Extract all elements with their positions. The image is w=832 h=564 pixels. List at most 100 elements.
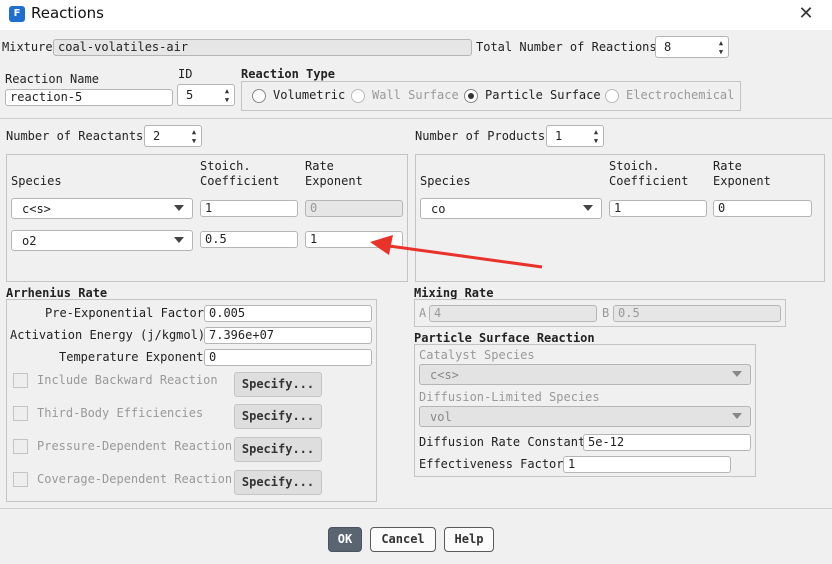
- radio-electrochemical: [605, 89, 619, 103]
- reaction-name-field[interactable]: reaction-5: [5, 89, 173, 106]
- products-rate-header-2: Exponent: [713, 174, 771, 188]
- product-rate-field[interactable]: 0: [713, 200, 812, 217]
- arrhenius-title: Arrhenius Rate: [6, 286, 108, 300]
- chevron-down-icon: [583, 205, 593, 211]
- third-body-checkbox: [13, 406, 28, 421]
- reactant-species-select[interactable]: o2: [11, 230, 193, 251]
- separator: [0, 118, 832, 119]
- activation-energy-field[interactable]: 7.396e+07: [204, 327, 372, 344]
- spin-up-icon[interactable]: ▲: [716, 39, 726, 47]
- catalyst-species-value: c<s>: [430, 368, 459, 382]
- reactant-stoich-field[interactable]: 1: [200, 200, 298, 217]
- spin-down-icon[interactable]: ▼: [716, 48, 726, 56]
- total-reactions-value: 8: [664, 40, 672, 54]
- products-stoich-header-2: Coefficient: [609, 174, 689, 188]
- diffusion-species-select: vol: [419, 406, 751, 427]
- reactant-rate-field: 0: [305, 200, 403, 217]
- total-reactions-label: Total Number of Reactions: [476, 40, 657, 54]
- effectiveness-label: Effectiveness Factor: [419, 457, 564, 471]
- ok-button[interactable]: OK: [328, 527, 362, 552]
- volumetric-label: Volumetric: [273, 88, 346, 102]
- reactants-stoich-header-1: Stoich.: [200, 159, 251, 173]
- id-spinner[interactable]: 5 ▲ ▼: [177, 84, 235, 106]
- num-products-value: 1: [555, 129, 563, 143]
- mixing-b-label: B: [602, 306, 610, 320]
- spin-down-icon[interactable]: ▼: [222, 96, 232, 104]
- catalyst-species-label: Catalyst Species: [419, 348, 535, 362]
- reactant-stoich-field[interactable]: 0.5: [200, 231, 298, 248]
- product-species-value: co: [431, 202, 446, 216]
- product-stoich-field[interactable]: 1: [609, 200, 707, 217]
- product-species-select[interactable]: co: [420, 198, 602, 219]
- reactants-species-header: Species: [11, 174, 62, 188]
- diffusion-rate-label: Diffusion Rate Constant: [419, 435, 586, 449]
- spin-up-icon[interactable]: ▲: [591, 128, 601, 136]
- spin-up-icon[interactable]: ▲: [189, 128, 199, 136]
- products-stoich-header-1: Stoich.: [609, 159, 660, 173]
- reactant-species-value: o2: [22, 234, 37, 248]
- num-reactants-value: 2: [153, 129, 161, 143]
- cancel-button[interactable]: Cancel: [370, 527, 436, 552]
- spin-up-icon[interactable]: ▲: [222, 87, 232, 95]
- temp-exp-field[interactable]: 0: [204, 349, 372, 366]
- close-icon[interactable]: ✕: [794, 2, 818, 26]
- mixing-b-field: 0.5: [613, 305, 781, 322]
- reactants-rate-header-2: Exponent: [305, 174, 363, 188]
- id-value: 5: [186, 88, 194, 102]
- num-reactants-spinner[interactable]: 2 ▲ ▼: [144, 125, 202, 147]
- arrow-head: [370, 235, 393, 255]
- particle-surface-label: Particle Surface: [485, 88, 601, 102]
- specify-third-body-button: Specify...: [234, 404, 322, 429]
- num-products-label: Number of Products: [415, 129, 546, 143]
- app-icon: F: [9, 6, 25, 22]
- radio-volumetric[interactable]: [252, 89, 266, 103]
- specify-coverage-button: Specify...: [234, 470, 322, 495]
- reactant-species-value: c<s>: [22, 202, 51, 216]
- radio-wall-surface: [351, 89, 365, 103]
- help-button[interactable]: Help: [444, 527, 494, 552]
- reaction-name-label: Reaction Name: [5, 72, 99, 86]
- activation-energy-label: Activation Energy (j/kgmol): [10, 328, 206, 342]
- mixture-label: Mixture: [2, 40, 53, 54]
- electrochemical-label: Electrochemical: [626, 88, 735, 102]
- reaction-type-title: Reaction Type: [241, 67, 335, 81]
- mixture-field: coal-volatiles-air: [53, 39, 472, 56]
- diffusion-species-label: Diffusion-Limited Species: [419, 390, 600, 404]
- mixing-rate-title: Mixing Rate: [414, 286, 494, 300]
- id-label: ID: [178, 67, 193, 81]
- total-reactions-spinner[interactable]: 8 ▲ ▼: [655, 36, 729, 58]
- spin-down-icon[interactable]: ▼: [591, 137, 601, 145]
- specify-pressure-button: Specify...: [234, 437, 322, 462]
- backward-reaction-label: Include Backward Reaction: [37, 373, 218, 387]
- chevron-down-icon: [174, 205, 184, 211]
- diffusion-species-value: vol: [430, 410, 452, 424]
- wall-surface-label: Wall Surface: [372, 88, 459, 102]
- arrow-shaft: [381, 243, 543, 269]
- temp-exp-label: Temperature Exponent: [59, 350, 204, 364]
- effectiveness-field[interactable]: 1: [563, 456, 731, 473]
- products-species-header: Species: [420, 174, 471, 188]
- radio-particle-surface[interactable]: [464, 89, 478, 103]
- chevron-down-icon: [732, 413, 742, 419]
- coverage-dependent-checkbox: [13, 472, 28, 487]
- particle-surface-title: Particle Surface Reaction: [414, 331, 595, 345]
- diffusion-rate-field[interactable]: 5e-12: [583, 434, 751, 451]
- reactants-stoich-header-2: Coefficient: [200, 174, 280, 188]
- mixing-a-label: A: [419, 306, 427, 320]
- num-products-spinner[interactable]: 1 ▲ ▼: [546, 125, 604, 147]
- coverage-dependent-label: Coverage-Dependent Reaction: [37, 472, 233, 486]
- separator: [0, 508, 832, 509]
- third-body-label: Third-Body Efficiencies: [37, 406, 204, 420]
- catalyst-species-select: c<s>: [419, 364, 751, 385]
- reactants-rate-header-1: Rate: [305, 159, 334, 173]
- mixing-a-field: 4: [429, 305, 597, 322]
- specify-backward-button: Specify...: [234, 372, 322, 397]
- chevron-down-icon: [732, 371, 742, 377]
- spin-down-icon[interactable]: ▼: [189, 137, 199, 145]
- annotation-arrow-icon: [370, 235, 543, 269]
- pre-exp-label: Pre-Exponential Factor: [45, 306, 204, 320]
- reactant-species-select[interactable]: c<s>: [11, 198, 193, 219]
- backward-reaction-checkbox: [13, 373, 28, 388]
- chevron-down-icon: [174, 237, 184, 243]
- pre-exp-field[interactable]: 0.005: [204, 305, 372, 322]
